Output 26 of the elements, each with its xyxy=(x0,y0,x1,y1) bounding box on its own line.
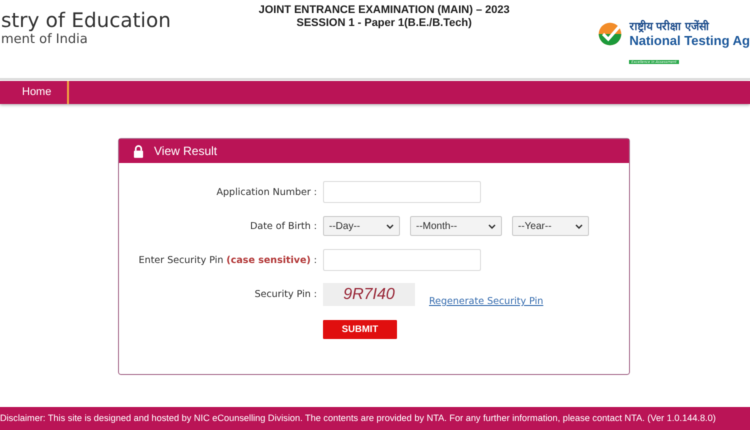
caret-icon xyxy=(575,224,583,228)
home-link[interactable]: Home xyxy=(0,81,70,104)
submit-button[interactable]: SUBMIT xyxy=(323,320,397,338)
checkmark-logo-icon xyxy=(597,21,624,47)
ministry-name: stry of Education xyxy=(1,8,171,32)
session-title: SESSION 1 - Paper 1(B.E./B.Tech) xyxy=(296,17,473,30)
dropdown[interactable]: --Day-- xyxy=(323,216,400,236)
exam-title: JOINT ENTRANCE EXAMINATION (MAIN) – 2023 xyxy=(258,4,510,17)
input-field[interactable] xyxy=(323,181,481,203)
disclaimer-text: Disclaimer: This site is designed and hosted by NIC eCounselling Division. The contents are provided by NTA. For any further information, please contact NTA. (Ver 1.0.144.8.0) xyxy=(0,407,750,430)
caret-icon xyxy=(386,224,394,228)
field-label: Enter Security Pin (case sensitive) : xyxy=(138,254,318,266)
field-label: Application Number : xyxy=(216,186,318,198)
field-label: Date of Birth : xyxy=(249,220,318,232)
input-field[interactable] xyxy=(323,249,481,271)
regenerate-link[interactable]: Regenerate Security Pin xyxy=(429,296,544,307)
agency-hindi-name: राष्ट्रीय परीक्षा एजेंसी xyxy=(629,18,710,33)
captcha-image: 9R7I40 xyxy=(323,283,415,306)
lock-icon xyxy=(133,144,144,158)
card-title: View Result xyxy=(154,144,218,158)
agency-name: National Testing Ag xyxy=(629,33,750,48)
field-label: Security Pin : xyxy=(254,289,318,300)
government-name: ment of India xyxy=(1,32,89,47)
caret-icon xyxy=(488,224,496,228)
dropdown[interactable]: --Month-- xyxy=(410,216,502,236)
dropdown[interactable]: --Year-- xyxy=(512,216,589,236)
